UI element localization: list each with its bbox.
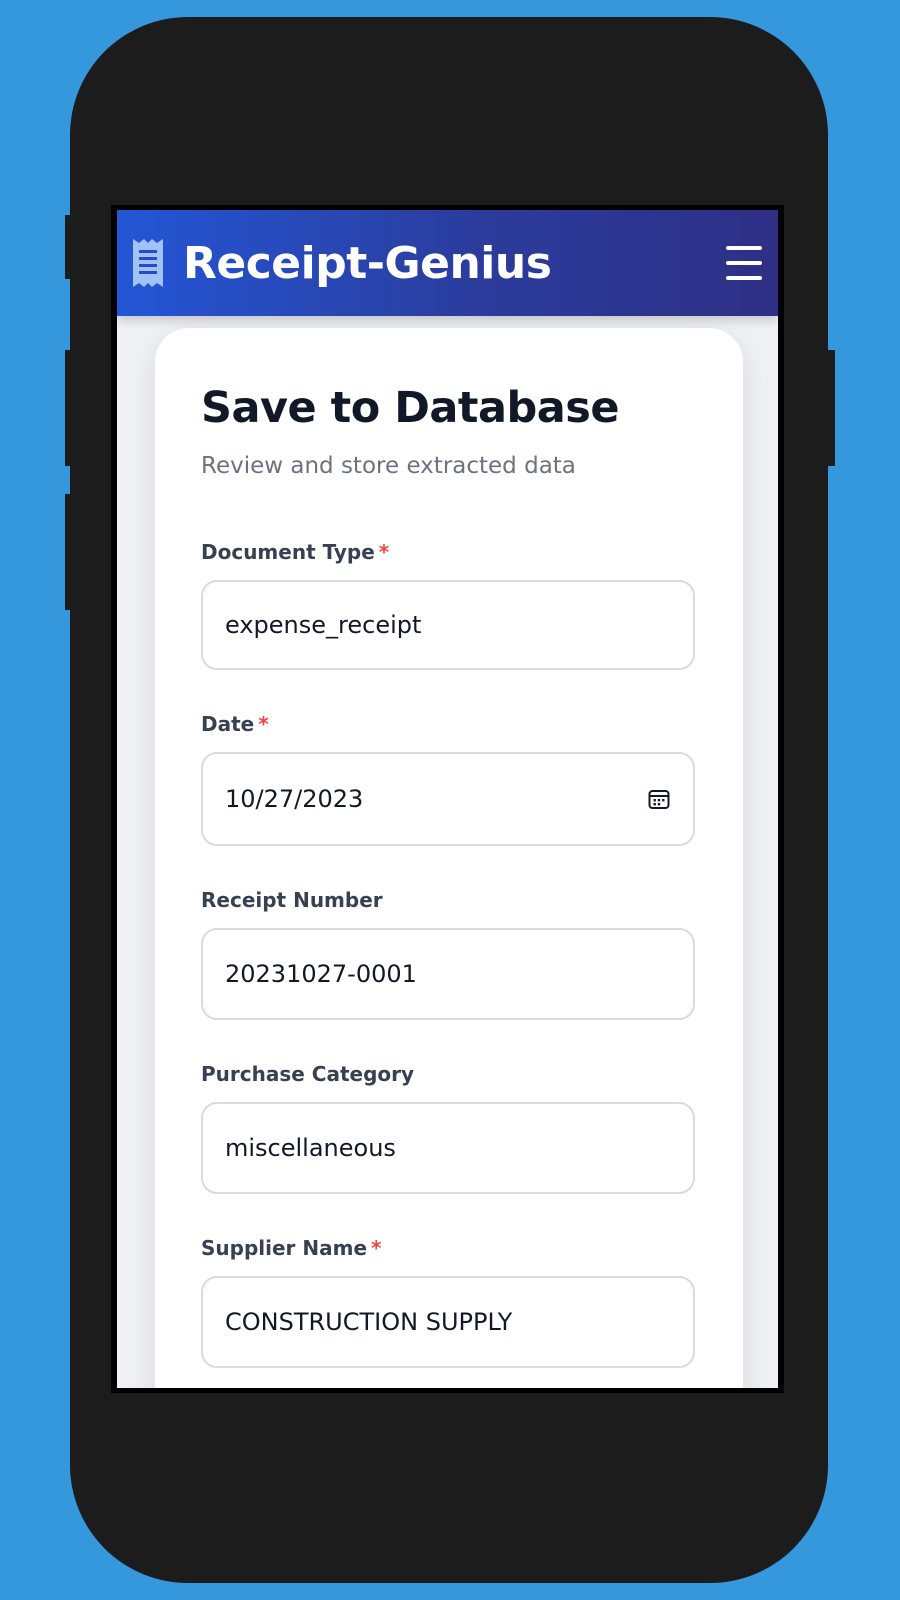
field-label: Supplier Name * xyxy=(201,1234,697,1262)
required-marker: * xyxy=(371,1236,382,1260)
menu-bar xyxy=(726,246,762,250)
hamburger-menu-icon[interactable] xyxy=(726,246,762,280)
supplier-name-input[interactable]: CONSTRUCTION SUPPLY xyxy=(201,1276,695,1368)
date-field: Date * 10/27/2023 xyxy=(201,710,697,846)
purchase-category-field: Purchase Category miscellaneous xyxy=(201,1060,697,1194)
menu-bar xyxy=(726,261,762,265)
date-value: 10/27/2023 xyxy=(225,785,364,813)
receipt-icon xyxy=(131,239,165,287)
receipt-number-label: Receipt Number xyxy=(201,888,383,912)
document-type-label: Document Type xyxy=(201,540,375,564)
supplier-name-value: CONSTRUCTION SUPPLY xyxy=(225,1308,513,1336)
phone-screen: Receipt-Genius Save to Database Review a… xyxy=(111,205,784,1393)
date-input[interactable]: 10/27/2023 xyxy=(201,752,695,846)
page-subtitle: Review and store extracted data xyxy=(201,453,576,479)
receipt-number-value: 20231027-0001 xyxy=(225,960,417,988)
required-marker: * xyxy=(258,712,269,736)
document-type-value: expense_receipt xyxy=(225,611,422,639)
menu-bar xyxy=(726,276,762,280)
purchase-category-input[interactable]: miscellaneous xyxy=(201,1102,695,1194)
app-viewport: Receipt-Genius Save to Database Review a… xyxy=(117,210,778,1388)
document-type-field: Document Type * expense_receipt xyxy=(201,538,697,670)
field-label: Document Type * xyxy=(201,538,697,566)
receipt-number-field: Receipt Number 20231027-0001 xyxy=(201,886,697,1020)
document-type-input[interactable]: expense_receipt xyxy=(201,580,695,670)
required-marker: * xyxy=(378,540,390,564)
receipt-number-input[interactable]: 20231027-0001 xyxy=(201,928,695,1020)
supplier-name-label: Supplier Name xyxy=(201,1236,368,1260)
app-header: Receipt-Genius xyxy=(117,210,778,316)
page-title: Save to Database xyxy=(201,383,620,433)
purchase-category-label: Purchase Category xyxy=(201,1062,415,1086)
calendar-icon[interactable] xyxy=(647,787,671,811)
app-title: Receipt-Genius xyxy=(183,237,552,289)
date-label: Date xyxy=(201,712,255,736)
supplier-name-field: Supplier Name * CONSTRUCTION SUPPLY xyxy=(201,1234,697,1368)
field-label: Date * xyxy=(201,710,697,738)
purchase-category-value: miscellaneous xyxy=(225,1134,396,1162)
save-form-card: Save to Database Review and store extrac… xyxy=(155,328,743,1388)
